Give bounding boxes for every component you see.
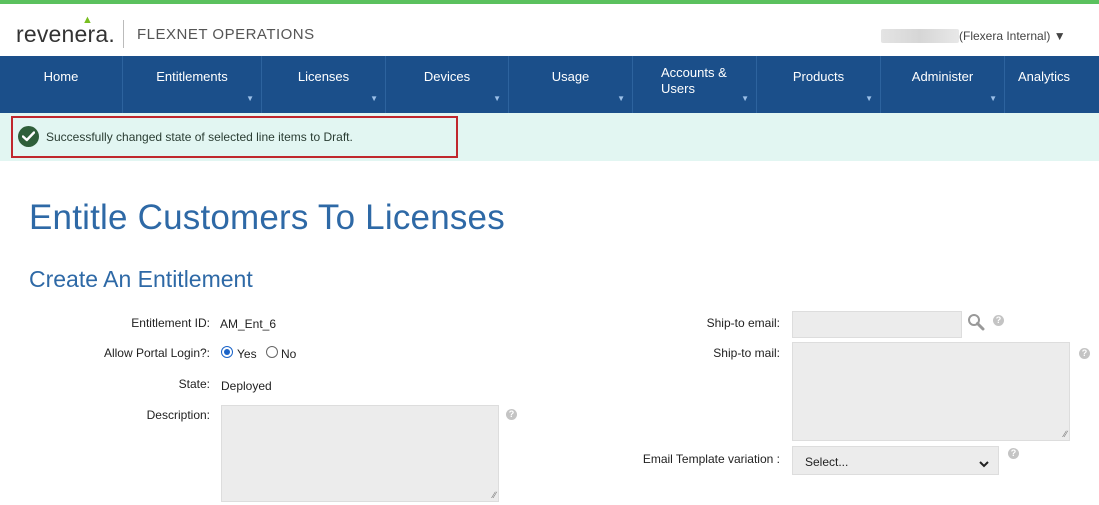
- chevron-down-icon: ▼: [493, 94, 501, 103]
- nav-analytics[interactable]: Analytics: [1005, 56, 1099, 113]
- nav-accounts-users[interactable]: Accounts & Users ▼: [633, 56, 757, 113]
- ship-to-email-label: Ship-to email:: [706, 316, 780, 330]
- email-template-select[interactable]: Select...: [792, 446, 999, 475]
- chevron-down-icon: ▼: [865, 94, 873, 103]
- description-textarea[interactable]: ∕∕: [221, 405, 499, 502]
- chevron-down-icon: ▼: [617, 94, 625, 103]
- nav-usage-label: Usage: [551, 69, 590, 84]
- section-title: Create An Entitlement: [29, 266, 253, 292]
- chevron-down-icon: ▼: [246, 94, 254, 103]
- resize-grip-icon[interactable]: ∕∕: [1064, 429, 1067, 439]
- state-label: State:: [178, 377, 210, 391]
- allow-portal-login-label: Allow Portal Login?:: [103, 346, 210, 360]
- help-icon[interactable]: ?: [1008, 448, 1019, 459]
- description-label: Description:: [146, 408, 210, 422]
- nav-entitlements-label: Entitlements: [156, 69, 228, 84]
- chevron-down-icon: ▼: [741, 94, 749, 103]
- revenera-logo[interactable]: revenera. ▲: [16, 14, 115, 48]
- page-title: Entitle Customers To Licenses: [29, 198, 505, 237]
- entitlement-id-label: Entitlement ID:: [131, 316, 210, 330]
- nav-analytics-label: Analytics: [1018, 69, 1071, 84]
- brand-divider: [123, 20, 124, 48]
- nav-devices-label: Devices: [423, 69, 471, 84]
- allow-portal-no-radio[interactable]: [266, 346, 278, 358]
- user-menu[interactable]: (Flexera Internal) ▼: [959, 29, 1066, 43]
- nav-devices[interactable]: Devices ▼: [386, 56, 509, 113]
- nav-entitlements[interactable]: Entitlements ▼: [123, 56, 262, 113]
- entitlement-id-value: AM_Ent_6: [220, 317, 277, 331]
- state-value: Deployed: [221, 379, 272, 393]
- nav-products-label: Products: [792, 69, 845, 84]
- help-icon[interactable]: ?: [506, 409, 517, 420]
- chevron-down-icon: [979, 457, 989, 471]
- search-icon[interactable]: [967, 313, 985, 336]
- chevron-down-icon: ▼: [989, 94, 997, 103]
- logo-leaf-icon: ▲: [82, 14, 94, 26]
- email-template-value: Select...: [805, 455, 849, 469]
- help-icon[interactable]: ?: [1079, 348, 1090, 359]
- allow-portal-no-label: No: [281, 347, 297, 361]
- allow-portal-yes-radio[interactable]: [221, 346, 233, 358]
- nav-administer-label: Administer: [911, 69, 974, 84]
- ship-to-mail-label: Ship-to mail:: [713, 346, 780, 360]
- nav-licenses[interactable]: Licenses ▼: [262, 56, 386, 113]
- nav-home[interactable]: Home: [0, 56, 123, 113]
- success-alert: Successfully changed state of selected l…: [0, 113, 1099, 161]
- nav-administer[interactable]: Administer ▼: [881, 56, 1005, 113]
- logo-text: revenera.: [16, 21, 115, 47]
- nav-products[interactable]: Products ▼: [757, 56, 881, 113]
- help-icon[interactable]: ?: [993, 315, 1004, 326]
- nav-accounts-users-label: Accounts & Users: [661, 65, 727, 96]
- chevron-down-icon: ▼: [370, 94, 378, 103]
- ship-to-mail-textarea[interactable]: ∕∕: [792, 342, 1070, 441]
- success-highlight-box: Successfully changed state of selected l…: [11, 116, 458, 158]
- main-nav: Home Entitlements ▼ Licenses ▼ Devices ▼…: [0, 56, 1099, 113]
- nav-licenses-label: Licenses: [297, 69, 350, 84]
- email-template-label: Email Template variation :: [642, 452, 780, 466]
- user-name-redacted: [881, 29, 959, 43]
- success-message: Successfully changed state of selected l…: [46, 130, 353, 144]
- product-name: FLEXNET OPERATIONS: [137, 26, 315, 43]
- allow-portal-yes-label: Yes: [237, 347, 257, 361]
- nav-home-label: Home: [43, 69, 79, 84]
- brand-bar: revenera. ▲ FLEXNET OPERATIONS (Flexera …: [0, 4, 1099, 56]
- ship-to-email-input[interactable]: [792, 311, 962, 338]
- resize-grip-icon[interactable]: ∕∕: [493, 490, 496, 500]
- check-circle-icon: [18, 126, 39, 147]
- nav-usage[interactable]: Usage ▼: [509, 56, 633, 113]
